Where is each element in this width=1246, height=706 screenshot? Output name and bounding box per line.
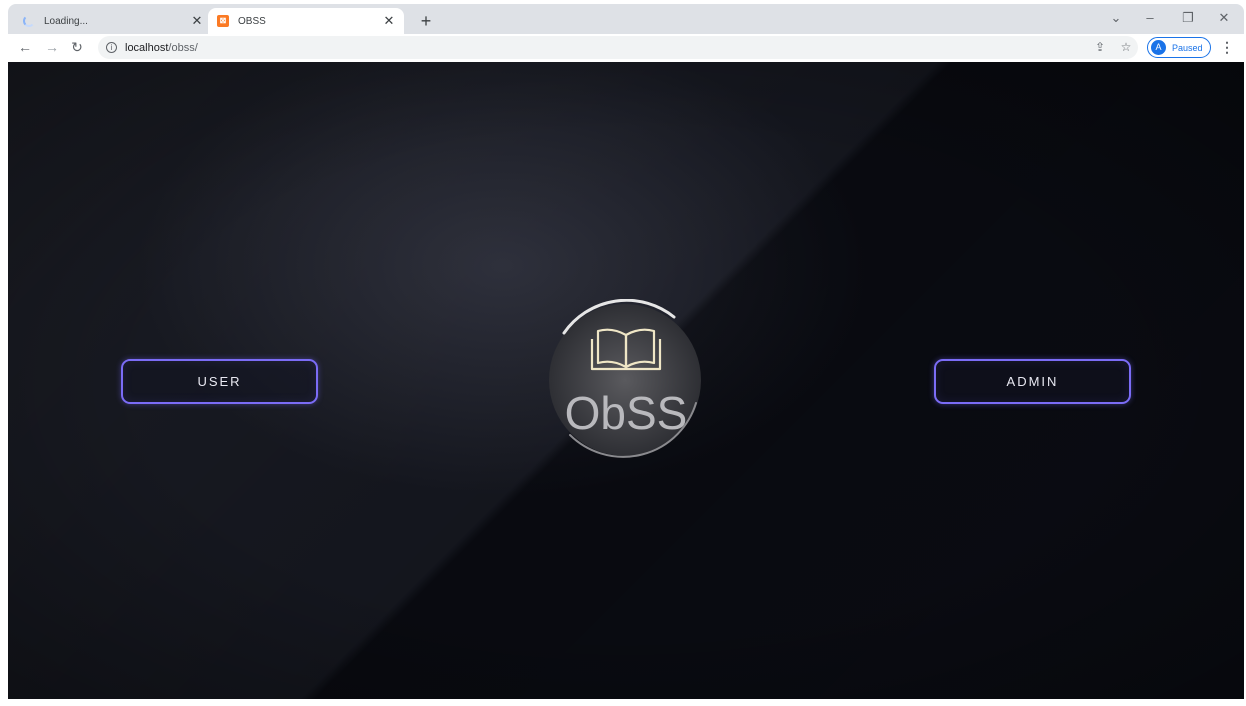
tab-title: Loading... <box>44 15 88 27</box>
site-info-icon[interactable]: i <box>106 42 117 53</box>
url-path: /obss/ <box>168 41 198 54</box>
loading-spinner-icon <box>22 14 36 28</box>
url-text[interactable]: localhost/obss/ <box>125 42 198 54</box>
browser-toolbar: ← → ↻ i localhost/obss/ ⇪ ☆ A Paused ⋮ <box>8 34 1244 62</box>
close-tab-icon[interactable]: ✕ <box>382 13 396 29</box>
page-viewport: USER ADMIN ObSS <box>8 62 1244 699</box>
url-host: localhost <box>125 41 169 54</box>
back-icon[interactable]: ← <box>16 39 34 55</box>
admin-button[interactable]: ADMIN <box>934 359 1131 404</box>
tab-strip: Loading... ✕ ⊠ OBSS ✕ + ⌄ – ❐ ✕ <box>8 4 1244 34</box>
tab-title: OBSS <box>238 15 266 27</box>
address-bar[interactable]: i localhost/obss/ <box>98 36 1138 59</box>
forward-icon[interactable]: → <box>43 39 61 55</box>
profile-status: Paused <box>1172 42 1203 53</box>
tab-obss[interactable]: ⊠ OBSS ✕ <box>208 8 404 34</box>
minimize-icon[interactable]: – <box>1138 10 1162 25</box>
avatar: A <box>1151 40 1166 55</box>
share-icon[interactable]: ⇪ <box>1092 40 1108 54</box>
new-tab-button[interactable]: + <box>416 12 436 32</box>
close-window-icon[interactable]: ✕ <box>1212 10 1236 26</box>
tab-loading[interactable]: Loading... ✕ <box>14 8 212 34</box>
xampp-icon: ⊠ <box>216 14 230 28</box>
restore-icon[interactable]: ❐ <box>1176 10 1200 26</box>
more-menu-icon[interactable]: ⋮ <box>1220 39 1234 56</box>
user-button[interactable]: USER <box>121 359 318 404</box>
profile-button[interactable]: A Paused <box>1147 37 1211 58</box>
reload-icon[interactable]: ↻ <box>68 39 86 56</box>
obss-logo: ObSS <box>549 299 701 458</box>
bookmark-star-icon[interactable]: ☆ <box>1118 40 1134 54</box>
close-tab-icon[interactable]: ✕ <box>190 13 204 29</box>
tab-search-icon[interactable]: ⌄ <box>1104 10 1128 26</box>
logo-text: ObSS <box>565 387 688 439</box>
